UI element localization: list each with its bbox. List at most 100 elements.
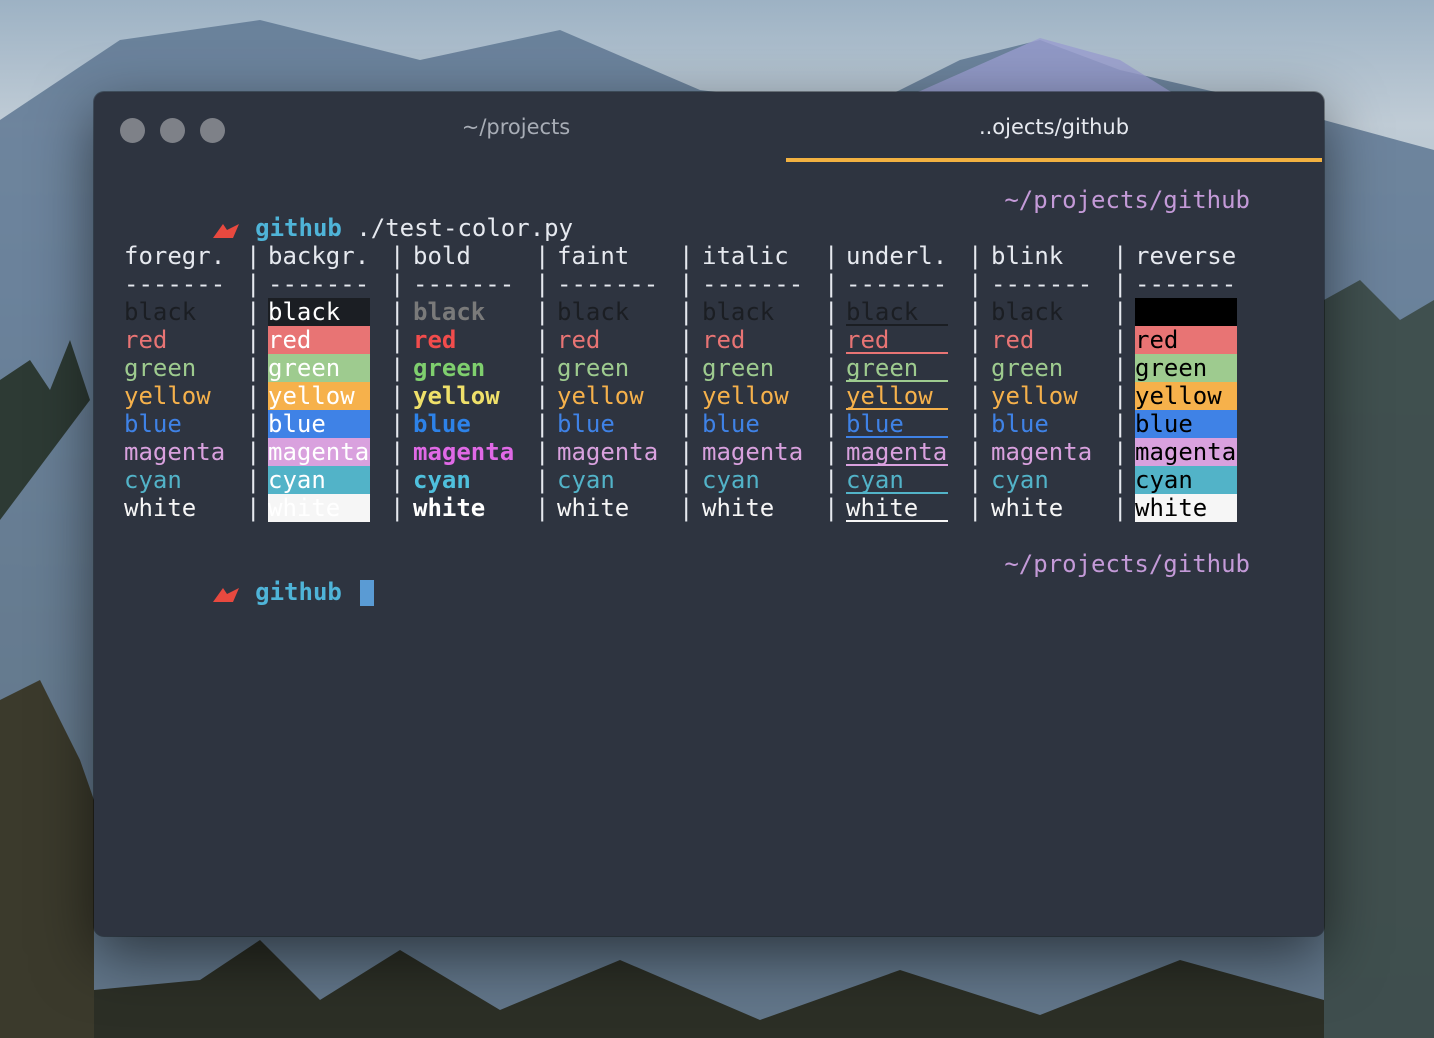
column-separator: | — [968, 298, 983, 326]
color-cell-bg-yellow: yellow — [268, 382, 370, 410]
column-separator: | — [1113, 270, 1128, 298]
color-cell-bold-black: black — [413, 298, 486, 326]
color-cell-bold-white: white — [413, 494, 486, 522]
color-cell-fg-magenta: magenta — [124, 438, 226, 466]
color-cell-bg-red: red — [268, 326, 370, 354]
color-cell-bg-black: black — [268, 298, 370, 326]
column-separator: | — [679, 242, 694, 270]
header-rule: ------- — [124, 270, 226, 298]
prompt-right-path: ~/projects/github — [1004, 186, 1250, 214]
column-separator: | — [1113, 326, 1128, 354]
color-cell-fg-black: black — [124, 298, 197, 326]
column-header: reverse — [1135, 242, 1237, 270]
color-cell-italic-black: black — [702, 298, 775, 326]
column-separator: | — [246, 242, 261, 270]
column-separator: | — [390, 494, 405, 522]
color-cell-faint-red: red — [557, 326, 601, 354]
column-separator: | — [1113, 298, 1128, 326]
color-cell-bold-yellow: yellow — [413, 382, 500, 410]
prompt-line-1: github ./test-color.py — [124, 186, 573, 242]
column-separator: | — [824, 410, 839, 438]
column-separator: | — [390, 326, 405, 354]
column-separator: | — [679, 270, 694, 298]
column-separator: | — [246, 466, 261, 494]
color-cell-reverse-blue: blue — [1135, 410, 1237, 438]
column-separator: | — [535, 438, 550, 466]
prompt-logo-icon — [212, 224, 239, 238]
prompt-right-path: ~/projects/github — [1004, 550, 1250, 578]
column-separator: | — [535, 326, 550, 354]
column-separator: | — [679, 438, 694, 466]
color-cell-bold-green: green — [413, 354, 486, 382]
column-separator: | — [824, 298, 839, 326]
maximize-window-button[interactable] — [200, 118, 225, 143]
column-separator: | — [1113, 354, 1128, 382]
column-separator: | — [968, 494, 983, 522]
color-cell-reverse-red: red — [1135, 326, 1237, 354]
column-separator: | — [968, 354, 983, 382]
column-separator: | — [968, 382, 983, 410]
column-header: faint — [557, 242, 630, 270]
color-cell-italic-red: red — [702, 326, 746, 354]
color-cell-underl-blue: blue — [846, 410, 948, 438]
column-separator: | — [824, 382, 839, 410]
color-cell-reverse-white: white — [1135, 494, 1237, 522]
column-separator: | — [246, 438, 261, 466]
color-cell-blink-blue: blue — [991, 410, 1049, 438]
column-separator: | — [679, 382, 694, 410]
color-cell-blink-red: red — [991, 326, 1035, 354]
column-separator: | — [535, 354, 550, 382]
column-separator: | — [390, 242, 405, 270]
color-cell-reverse-yellow: yellow — [1135, 382, 1237, 410]
column-separator: | — [824, 270, 839, 298]
color-cell-faint-cyan: cyan — [557, 466, 615, 494]
column-header: bold — [413, 242, 471, 270]
column-separator: | — [246, 494, 261, 522]
color-cell-faint-yellow: yellow — [557, 382, 644, 410]
column-separator: | — [246, 298, 261, 326]
color-cell-bold-red: red — [413, 326, 457, 354]
tab-projects[interactable]: ~/projects — [246, 92, 786, 162]
close-window-button[interactable] — [120, 118, 145, 143]
column-separator: | — [1113, 494, 1128, 522]
column-separator: | — [679, 298, 694, 326]
tab-github[interactable]: ..ojects/github — [786, 92, 1322, 162]
column-separator: | — [1113, 438, 1128, 466]
color-cell-faint-magenta: magenta — [557, 438, 659, 466]
color-cell-underl-red: red — [846, 326, 948, 354]
color-cell-fg-yellow: yellow — [124, 382, 211, 410]
column-separator: | — [679, 354, 694, 382]
column-header: italic — [702, 242, 789, 270]
column-header: backgr. — [268, 242, 370, 270]
terminal-content[interactable]: github ./test-color.py ~/projects/github… — [94, 162, 1324, 936]
color-cell-faint-white: white — [557, 494, 630, 522]
color-cell-blink-yellow: yellow — [991, 382, 1078, 410]
column-separator: | — [535, 382, 550, 410]
prompt-directory: github — [255, 578, 342, 606]
header-rule: ------- — [557, 270, 659, 298]
column-separator: | — [246, 326, 261, 354]
prompt-directory: github — [255, 214, 342, 242]
header-rule: ------- — [413, 270, 515, 298]
terminal-window: ~/projects ..ojects/github github ./test… — [94, 92, 1324, 936]
column-separator: | — [679, 326, 694, 354]
column-separator: | — [968, 270, 983, 298]
color-cell-underl-black: black — [846, 298, 948, 326]
column-separator: | — [535, 466, 550, 494]
column-separator: | — [390, 382, 405, 410]
column-separator: | — [535, 242, 550, 270]
color-cell-underl-green: green — [846, 354, 948, 382]
column-separator: | — [968, 438, 983, 466]
header-rule: ------- — [846, 270, 948, 298]
minimize-window-button[interactable] — [160, 118, 185, 143]
column-separator: | — [824, 326, 839, 354]
column-separator: | — [968, 466, 983, 494]
color-cell-faint-blue: blue — [557, 410, 615, 438]
column-separator: | — [246, 382, 261, 410]
color-cell-bold-blue: blue — [413, 410, 471, 438]
color-cell-fg-white: white — [124, 494, 197, 522]
column-separator: | — [1113, 466, 1128, 494]
column-separator: | — [1113, 382, 1128, 410]
column-separator: | — [535, 298, 550, 326]
color-cell-bold-cyan: cyan — [413, 466, 471, 494]
